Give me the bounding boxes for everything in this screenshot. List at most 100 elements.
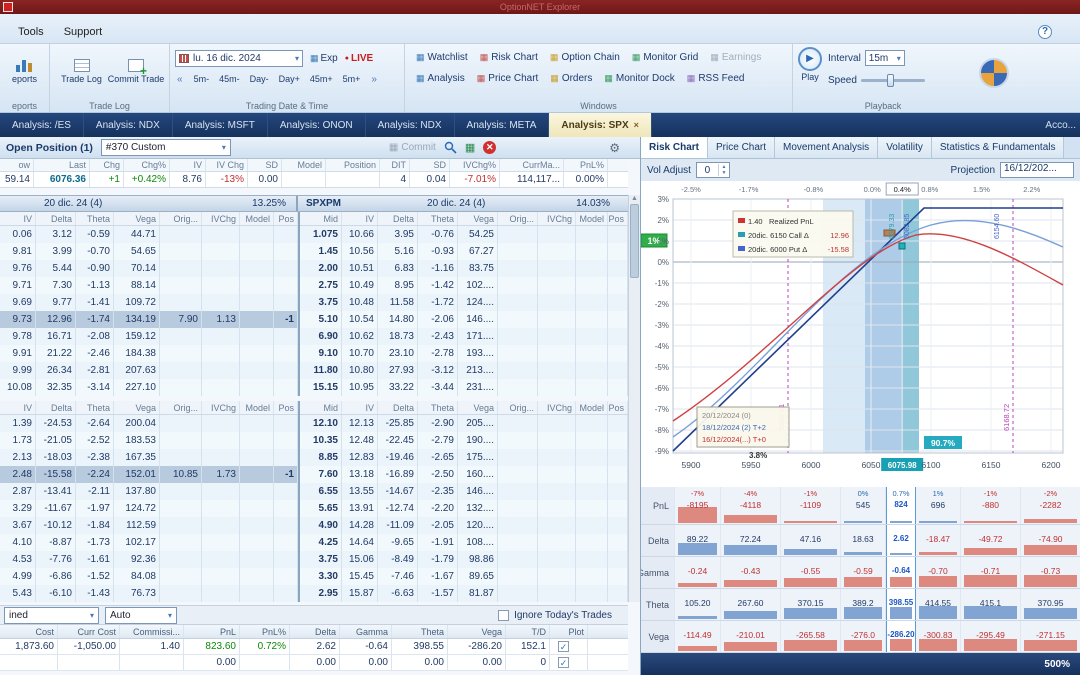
scroll-up-icon[interactable]: ▲ [629,195,640,202]
spin-down-icon[interactable]: ▼ [719,170,729,176]
risk-tab-volatility[interactable]: Volatility [878,137,932,158]
option-row[interactable]: 9.78 16.71 -2.08 159.12 6.90 10.62 18.73 -2.43 1… [0,328,628,345]
commit-trade-button[interactable]: + Commit Trade [108,47,164,95]
x-axis-label: 6100 [922,460,941,470]
greek-bar [890,521,912,523]
risk-tab-price-chart[interactable]: Price Chart [708,137,776,158]
ignore-trades-checkbox[interactable] [498,609,510,621]
auto-dropdown[interactable]: Auto ▾ [105,606,177,624]
live-indicator[interactable]: ● LIVE [345,53,373,64]
zoom-level: 500% [1044,658,1070,670]
play-label: Play [801,72,819,82]
settings-button[interactable]: ⚙ [609,141,620,155]
risk-tab-risk-chart[interactable]: Risk Chart [641,137,709,158]
plot-checkbox[interactable]: ✓ [558,641,569,652]
option-row[interactable]: 2.13 -18.03 -2.38 167.35 8.85 12.83 -19.46 -2.6… [0,449,628,466]
interval-select[interactable]: 15m ▾ [864,50,905,66]
option-row[interactable]: 9.71 7.30 -1.13 88.14 2.75 10.49 8.95 -1.42 102.… [0,277,628,294]
option-row[interactable]: 10.08 32.35 -3.14 227.10 15.15 10.95 33.22 -3.4… [0,379,628,396]
option-row[interactable]: 4.53 -7.76 -1.61 92.36 3.75 15.06 -8.49 -1.79 98… [0,551,628,568]
summary-row[interactable]: 0.00 0.00 0.00 0.00 0.00 0 ✓ [0,655,628,671]
option-row[interactable]: 0.06 3.12 -0.59 44.71 1.075 10.66 3.95 -0.76 54.… [0,226,628,243]
menu-support[interactable]: Support [54,24,113,40]
window-toggle-monitor-grid[interactable]: ▦ Monitor Grid [626,50,705,65]
play-button[interactable]: ▶ [798,47,822,71]
plot-checkbox[interactable]: ✓ [558,657,569,668]
trade-log-button[interactable]: Trade Log [55,47,108,95]
option-row[interactable]: 4.10 -8.87 -1.73 102.17 4.25 14.64 -9.65 -1.91 1… [0,534,628,551]
time-step-Dayplus[interactable]: Day+ [274,72,305,86]
tab-analysis-3[interactable]: Analysis: MSFT [173,113,268,137]
option-row[interactable]: 2.48 -15.58 -2.24 152.01 10.85 1.73 -1 7.60 13.1… [0,466,628,483]
speed-slider[interactable] [860,73,925,87]
reports-button[interactable]: eports [5,47,44,95]
time-step-Dayminus[interactable]: Day- [245,72,274,86]
option-row[interactable]: 9.76 5.44 -0.90 70.14 2.00 10.51 6.83 -1.16 83.7… [0,260,628,277]
tab-analysis-1[interactable]: Analysis: /ES [0,113,84,137]
time-step-5mplus[interactable]: 5m+ [338,72,366,86]
tab-analysis-6[interactable]: Analysis: META [455,113,550,137]
tab-analysis-2[interactable]: Analysis: NDX [84,113,173,137]
combined-dropdown[interactable]: ined ▾ [4,606,99,624]
window-toggle-risk-chart[interactable]: ▦ Risk Chart [474,50,544,65]
window-toggle-analysis[interactable]: ▦ Analysis [410,71,471,86]
time-step-45mplus[interactable]: 45m+ [305,72,338,86]
commit-button[interactable]: ▦ Commit [389,142,436,153]
option-row[interactable]: 9.69 9.77 -1.41 109.72 3.75 10.48 11.58 -1.72 12… [0,294,628,311]
vol-adjust-spinner[interactable]: 0 ▲ ▼ [695,162,730,178]
option-row[interactable]: 1.73 -21.05 -2.52 183.53 10.35 12.48 -22.45 -2.… [0,432,628,449]
summary-row[interactable]: 1,873.60 -1,050.00 1.40 823.60 0.72% 2.62 -0.6… [0,639,628,655]
speed-slider-thumb[interactable] [886,73,894,87]
time-step-5mminus[interactable]: 5m- [189,72,215,86]
expiration-header[interactable]: 20 dic. 24 (4) 13.25% SPXPM 20 dic. 24 (… [0,195,628,212]
exp-button[interactable]: ▦ Exp [307,52,341,65]
option-row[interactable]: 1.39 -24.53 -2.64 200.04 12.10 12.13 -25.85 -2.… [0,415,628,432]
window-toggle-orders[interactable]: ▦ Orders [544,71,598,86]
window-toggle-watchlist[interactable]: ▦ Watchlist [410,50,474,65]
window-toggle-rss-feed[interactable]: ▦ RSS Feed [681,71,751,86]
window-toggle-option-chain[interactable]: ▦ Option Chain [544,50,626,65]
option-cell: -2.65 [418,449,458,466]
tooltip-line: 20/12/2024 (0) [702,411,751,420]
summary-cell: 0.00 [184,655,240,670]
option-row[interactable]: 9.91 21.22 -2.46 184.38 9.10 10.70 23.10 -2.78 1… [0,345,628,362]
option-row[interactable]: 9.81 3.99 -0.70 54.65 1.45 10.56 5.16 -0.93 67.2… [0,243,628,260]
option-cell: -3.44 [418,379,458,396]
option-row[interactable]: 2.87 -13.41 -2.11 137.80 6.55 13.55 -14.67 -2.3… [0,483,628,500]
risk-tab-movement-analysis[interactable]: Movement Analysis [775,137,879,158]
export-icon: ▦ [464,142,476,154]
option-row[interactable]: 9.73 12.96 -1.74 134.19 7.90 1.13 -1 5.10 10.54 1… [0,311,628,328]
tab-analysis-4[interactable]: Analysis: ONON [268,113,366,137]
window-toggle-earnings[interactable]: ▦ Earnings [704,50,767,65]
time-step-45mminus[interactable]: 45m- [214,72,245,86]
close-position-button[interactable]: ✕ [483,141,497,154]
search-button[interactable] [444,141,457,154]
scrollbar-thumb[interactable] [630,204,639,278]
export-button[interactable]: ▦ [465,141,475,154]
risk-chart[interactable]: 5980.81 6168.72 6079.33 6082.85 6154.60 … [640,181,1080,487]
tab-analysis-5[interactable]: Analysis: NDX [366,113,455,137]
vertical-scrollbar[interactable]: ▲ [628,195,640,602]
option-row[interactable]: 9.99 26.34 -2.81 207.63 11.80 10.80 27.93 -3.12… [0,362,628,379]
account-button[interactable]: Acco... [1045,113,1080,137]
rss-feed-icon: ▦ [686,73,696,83]
option-row[interactable]: 3.67 -10.12 -1.84 112.59 4.90 14.28 -11.09 -2.0… [0,517,628,534]
option-row[interactable]: 5.43 -6.10 -1.43 76.73 2.95 15.87 -6.63 -1.57 81… [0,585,628,602]
menu-tools[interactable]: Tools [8,24,54,40]
tab-close-icon[interactable]: × [634,120,639,130]
rewind-icon[interactable]: « [175,74,185,85]
option-row[interactable]: 4.99 -6.86 -1.52 84.08 3.30 15.45 -7.46 -1.67 89… [0,568,628,585]
risk-tab-statistics-fundamentals[interactable]: Statistics & Fundamentals [931,137,1065,158]
option-cell: 10.70 [342,345,378,362]
option-cell: 152.01 [114,466,160,483]
window-toggle-monitor-dock[interactable]: ▦ Monitor Dock [598,71,680,86]
position-selector[interactable]: #370 Custom ▾ [100,139,231,156]
compass-icon[interactable] [979,58,1009,88]
projection-date-input[interactable]: 16/12/202... [1000,162,1074,178]
window-toggle-price-chart[interactable]: ▦ Price Chart [471,71,545,86]
option-row[interactable]: 3.29 -11.67 -1.97 124.72 5.65 13.91 -12.74 -2.2… [0,500,628,517]
forward-icon[interactable]: » [369,74,379,85]
tab-analysis-7[interactable]: Analysis: SPX × [549,113,652,137]
trading-date-input[interactable]: lu. 16 dic. 2024 ▾ [175,49,303,67]
help-icon[interactable]: ? [1038,25,1052,39]
